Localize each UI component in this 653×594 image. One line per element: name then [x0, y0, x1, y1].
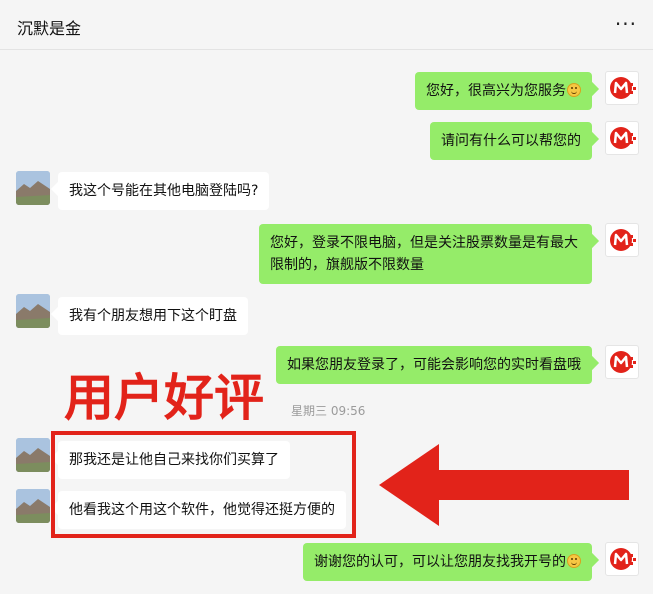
review-annotation-label: 用户好评 — [64, 369, 264, 427]
message-text: 请问有什么可以帮您的 — [441, 133, 581, 149]
landscape-avatar-icon — [16, 171, 50, 205]
message-text: 谢谢您的认可，可以让您朋友找我开号的 — [314, 554, 566, 570]
message-bubble-incoming[interactable]: 我这个号能在其他电脑登陆吗? — [58, 172, 270, 210]
message-bubble-outgoing[interactable]: 请问有什么可以帮您的 — [430, 122, 592, 160]
smile-emoji-icon — [567, 554, 581, 568]
smile-emoji-icon — [567, 83, 581, 97]
message-bubble-outgoing[interactable]: 您好，很高兴为您服务 — [415, 72, 592, 110]
brand-logo-icon — [610, 548, 636, 570]
brand-logo-icon — [610, 127, 636, 149]
message-text: 您好，登录不限电脑，但是关注股票数量是有最大限制的，旗舰版不限数量 — [270, 235, 578, 273]
user-avatar[interactable] — [16, 438, 50, 472]
highlight-box — [51, 431, 356, 538]
message-bubble-incoming[interactable]: 我有个朋友想用下这个盯盘 — [58, 297, 248, 335]
landscape-avatar-icon — [16, 438, 50, 472]
more-horizontal-icon[interactable]: ··· — [615, 14, 637, 34]
message-text: 我这个号能在其他电脑登陆吗? — [69, 183, 259, 199]
brand-avatar[interactable] — [605, 223, 639, 257]
chat-header: 沉默是金 ··· — [0, 0, 653, 50]
message-bubble-outgoing[interactable]: 如果您朋友登录了，可能会影响您的实时看盘哦 — [276, 346, 592, 384]
user-avatar[interactable] — [16, 294, 50, 328]
brand-logo-icon — [610, 77, 636, 99]
brand-logo-icon — [610, 229, 636, 251]
message-text: 您好，很高兴为您服务 — [426, 83, 566, 99]
message-text: 我有个朋友想用下这个盯盘 — [69, 308, 237, 324]
brand-avatar[interactable] — [605, 71, 639, 105]
message-timestamp: 星期三 09:56 — [291, 404, 366, 418]
landscape-avatar-icon — [16, 294, 50, 328]
chat-title: 沉默是金 — [17, 19, 82, 38]
red-arrow-icon — [379, 444, 629, 526]
message-bubble-outgoing[interactable]: 您好，登录不限电脑，但是关注股票数量是有最大限制的，旗舰版不限数量 — [259, 224, 592, 284]
brand-avatar[interactable] — [605, 121, 639, 155]
message-bubble-outgoing[interactable]: 谢谢您的认可，可以让您朋友找我开号的 — [303, 543, 592, 581]
brand-avatar[interactable] — [605, 542, 639, 576]
brand-logo-icon — [610, 351, 636, 373]
user-avatar[interactable] — [16, 171, 50, 205]
message-text: 如果您朋友登录了，可能会影响您的实时看盘哦 — [287, 357, 581, 373]
user-avatar[interactable] — [16, 489, 50, 523]
brand-avatar[interactable] — [605, 345, 639, 379]
landscape-avatar-icon — [16, 489, 50, 523]
